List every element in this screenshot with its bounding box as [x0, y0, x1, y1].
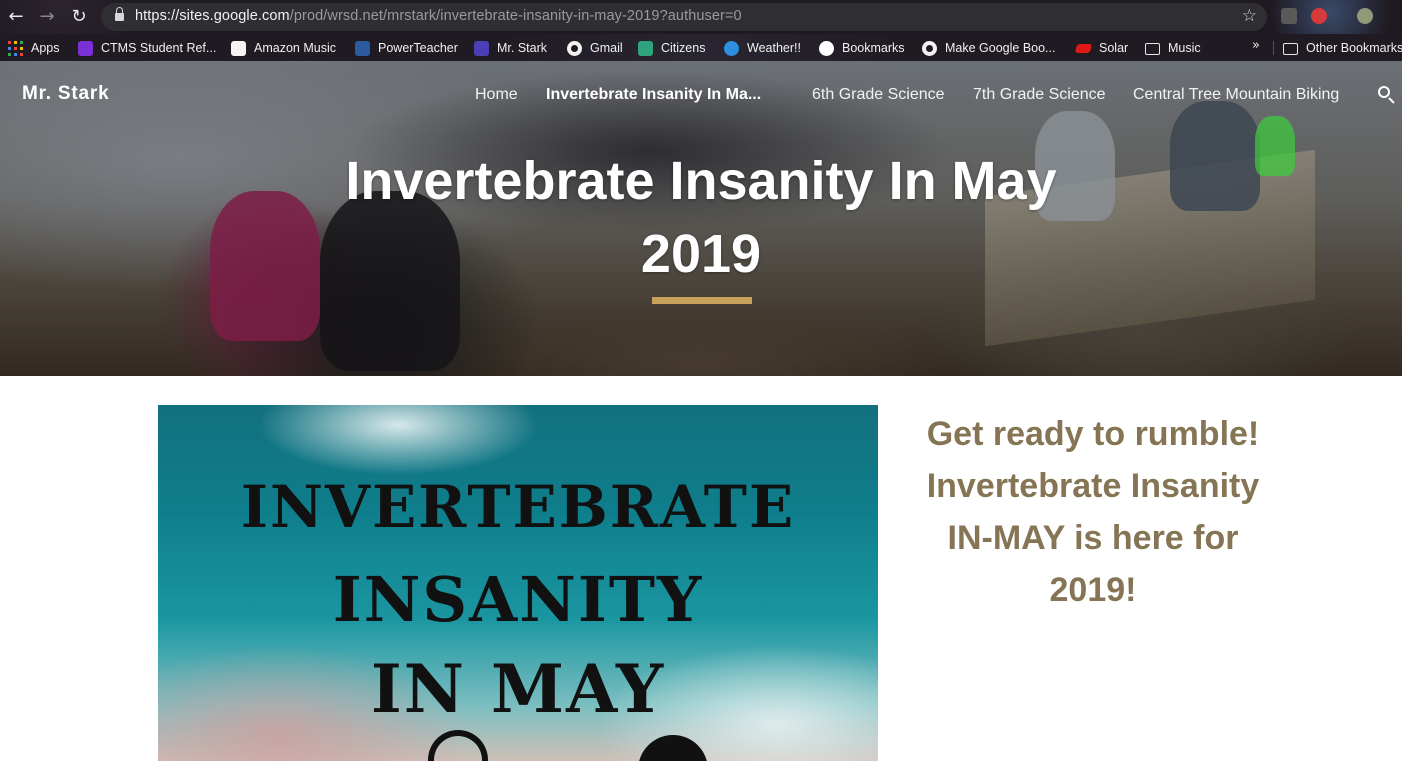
nav-invertebrate-insanity[interactable]: Invertebrate Insanity In Ma... — [546, 86, 761, 104]
amazon-icon — [231, 40, 246, 56]
bookmark-label: Other Bookmarks — [1306, 41, 1402, 55]
browser-toolbar: ← → ↻ https://sites.google.com/prod/wrsd… — [0, 0, 1402, 34]
page-title: Invertebrate Insanity In May 2019 — [251, 145, 1151, 291]
extension-icon[interactable] — [1281, 8, 1297, 24]
citizens-icon — [638, 40, 653, 56]
bookmark-label: Amazon Music — [254, 41, 336, 55]
bookmark-label: PowerTeacher — [378, 41, 458, 55]
octopus-illustration — [428, 730, 488, 761]
globe-icon — [567, 40, 582, 56]
site-name[interactable]: Mr. Stark — [22, 83, 109, 105]
bookmark-label: CTMS Student Ref... — [101, 41, 217, 55]
url-host: https://sites.google.com — [135, 8, 290, 24]
hero-banner: Mr. Stark Home Invertebrate Insanity In … — [0, 61, 1402, 376]
bookmark-label: Bookmarks — [842, 41, 905, 55]
title-underline — [652, 297, 752, 304]
bookmark-label: Apps — [31, 41, 60, 55]
other-bookmarks[interactable]: Other Bookmarks — [1283, 39, 1402, 57]
sites-icon — [474, 40, 489, 56]
back-arrow-icon[interactable]: ← — [5, 6, 27, 28]
folder-icon — [1283, 43, 1298, 55]
weather-icon — [724, 40, 739, 56]
search-icon[interactable] — [1377, 85, 1397, 105]
poster-text: INSANITY — [332, 563, 704, 636]
nav-7th-grade-science[interactable]: 7th Grade Science — [973, 86, 1106, 104]
extension-icon[interactable] — [1311, 8, 1327, 24]
poster-text: IN MAY — [370, 650, 666, 728]
bookmark-apps[interactable]: Apps — [8, 39, 60, 57]
bookmark-mr-stark[interactable]: Mr. Stark — [474, 39, 547, 57]
octopus-illustration — [638, 735, 708, 761]
list-icon — [78, 40, 93, 56]
folder-icon — [1145, 43, 1160, 55]
bookmark-bookmarks[interactable]: Bookmarks — [819, 39, 905, 57]
bookmark-amazon-music[interactable]: Amazon Music — [231, 39, 336, 57]
url-path: /prod/wrsd.net/mrstark/invertebrate-insa… — [289, 8, 742, 24]
page-title-line: Invertebrate Insanity In May — [345, 151, 1057, 211]
page-title-line: 2019 — [640, 224, 762, 284]
bookmark-label: Music — [1168, 41, 1201, 55]
nav-6th-grade-science[interactable]: 6th Grade Science — [812, 86, 945, 104]
globe-icon — [922, 40, 937, 56]
bookmark-label: Citizens — [661, 41, 706, 55]
bookmark-ctms[interactable]: CTMS Student Ref... — [78, 39, 216, 57]
bookmark-make-google-books[interactable]: Make Google Boo... — [922, 39, 1055, 57]
google-icon — [819, 40, 834, 56]
bookmark-label: Solar — [1099, 41, 1129, 55]
bookmark-label: Gmail — [590, 41, 623, 55]
bookmark-music[interactable]: Music — [1145, 39, 1201, 57]
poster-text: INVERTEBRATE — [240, 473, 796, 541]
bookmark-powerteacher[interactable]: PowerTeacher — [355, 39, 458, 57]
solar-icon — [1074, 43, 1093, 53]
hero-photo-detail — [1255, 116, 1295, 176]
bookmark-weather[interactable]: Weather!! — [724, 39, 801, 57]
address-bar[interactable]: https://sites.google.com/prod/wrsd.net/m… — [101, 3, 1267, 31]
url-text[interactable]: https://sites.google.com/prod/wrsd.net/m… — [135, 8, 742, 24]
intro-blurb: Get ready to rumble! Invertebrate Insani… — [926, 415, 1260, 609]
bookmark-solar[interactable]: Solar — [1074, 39, 1129, 57]
apps-grid-icon — [8, 40, 23, 56]
lock-icon — [115, 7, 124, 22]
reload-icon[interactable]: ↻ — [68, 6, 90, 28]
more-bookmarks-chevron-icon[interactable]: » — [1252, 38, 1260, 53]
menu-dots-icon[interactable] — [1388, 8, 1392, 24]
invertebrate-insanity-poster: INVERTEBRATE INSANITY IN MAY — [158, 405, 878, 761]
forward-arrow-icon[interactable]: → — [36, 6, 58, 28]
powerschool-icon — [355, 40, 370, 56]
bookmark-star-icon[interactable]: ☆ — [1242, 6, 1257, 26]
profile-avatar-icon[interactable] — [1357, 8, 1373, 24]
bookmark-separator — [1273, 41, 1274, 55]
nav-central-tree-mountain-biking[interactable]: Central Tree Mountain Biking — [1133, 86, 1339, 104]
bookmark-label: Make Google Boo... — [945, 41, 1056, 55]
bookmark-citizens[interactable]: Citizens — [638, 39, 705, 57]
hero-photo-detail — [1170, 101, 1260, 211]
nav-home[interactable]: Home — [475, 86, 518, 104]
bookmark-label: Mr. Stark — [497, 41, 548, 55]
bookmarks-bar: Apps CTMS Student Ref... Amazon Music Po… — [0, 34, 1402, 61]
bookmark-gmail[interactable]: Gmail — [567, 39, 623, 57]
bookmark-label: Weather!! — [747, 41, 801, 55]
